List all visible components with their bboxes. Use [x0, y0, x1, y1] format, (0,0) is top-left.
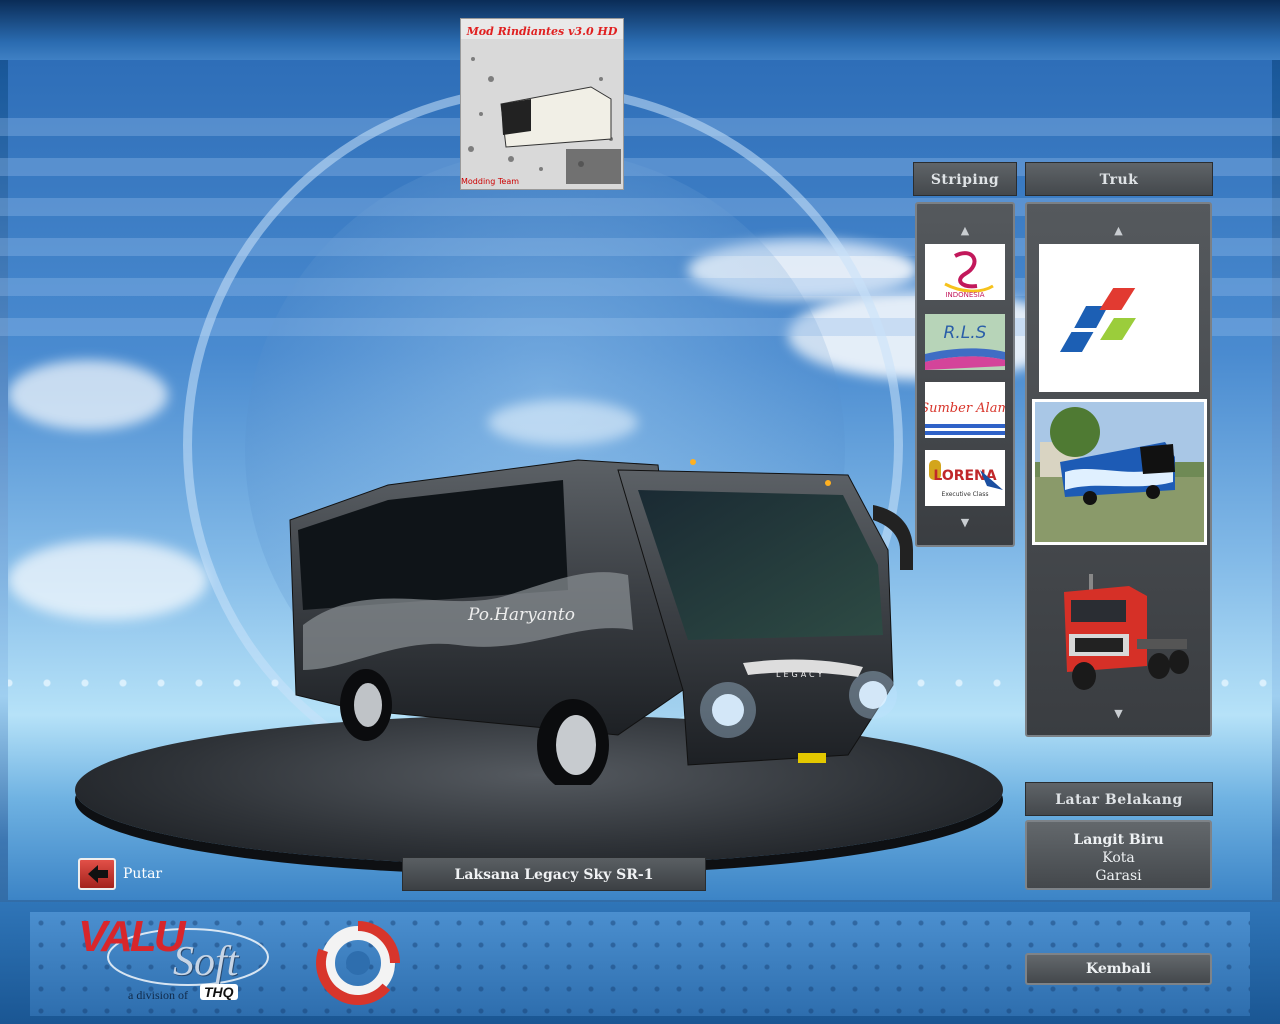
striping-item-lorena[interactable]: LORENA Executive Class [925, 450, 1005, 506]
lorena-subtext: Executive Class [942, 491, 989, 498]
bus-livery-text: Po.Haryanto [467, 605, 575, 625]
swirl-emblem-icon [316, 921, 400, 1005]
background-options: Langit Biru Kota Garasi [1025, 820, 1212, 890]
game-emblem [315, 918, 401, 1008]
left-arrow-icon [88, 865, 108, 883]
truck-item-bus-preview[interactable] [1032, 399, 1207, 545]
background-option-blue-sky[interactable]: Langit Biru [1027, 831, 1210, 849]
noise-bus-graphic [461, 39, 623, 189]
truck-item-red-truck[interactable] [1039, 554, 1199, 702]
truck-header: Truk [1025, 162, 1213, 196]
bus-grille-text: LEGACY [776, 670, 825, 679]
striping-item-rls[interactable]: R.L.S [925, 314, 1005, 370]
striping-down-arrow[interactable]: ▼ [917, 516, 1013, 529]
rosalia-indah-logo-icon: INDONESIA [944, 251, 994, 299]
cloud [8, 540, 208, 620]
lorena-logo-icon: LORENA Executive Class [929, 460, 1003, 498]
sumber-alam-logo-icon: Sumber Alam [925, 401, 1005, 435]
red-truck-icon [1064, 574, 1189, 690]
background-option-city[interactable]: Kota [1027, 849, 1210, 867]
rotate-button[interactable] [78, 858, 116, 890]
top-strip [0, 0, 1280, 60]
background-header: Latar Belakang [1025, 782, 1213, 816]
logo-division-text: a division of [128, 988, 188, 1002]
striping-item-sumber-alam[interactable]: Sumber Alam [925, 382, 1005, 438]
rotate-label: Putar [123, 866, 163, 882]
striping-item-rosalia-indah[interactable]: INDONESIA [925, 244, 1005, 300]
truck-down-arrow[interactable]: ▼ [1027, 707, 1210, 720]
striping-panel: ▲ INDONESIA R.L.S Sumber Alam LORENA Exe… [915, 202, 1015, 547]
mod-preview-image: Mod Rindiantes v3.0 HD Modding Team [460, 18, 624, 190]
back-button[interactable]: Kembali [1025, 953, 1212, 985]
pertamina-logo-icon [1059, 288, 1136, 352]
bus-lot-preview-icon [1035, 402, 1204, 542]
background-option-garage[interactable]: Garasi [1027, 867, 1210, 885]
cloud [8, 360, 168, 430]
truck-panel: ▲ ▼ [1025, 202, 1212, 737]
striping-up-arrow[interactable]: ▲ [917, 224, 1013, 237]
striping-header: Striping [913, 162, 1017, 196]
logo-thq-text: THQ [200, 984, 238, 1000]
rls-text: R.L.S [944, 323, 987, 343]
truck-up-arrow[interactable]: ▲ [1027, 224, 1210, 237]
vehicle-name: Laksana Legacy Sky SR-1 [402, 857, 706, 891]
bus-model: Po.Haryanto LEGACY [289, 459, 913, 785]
valusoft-logo: VALU Soft a division of THQ [78, 912, 278, 1012]
sumber-alam-text: Sumber Alam [925, 401, 1005, 416]
rls-logo-icon: R.L.S [925, 323, 1005, 370]
truck-item-pertamina[interactable] [1039, 244, 1199, 392]
logo-soft-text: Soft [173, 939, 239, 985]
rosalia-indah-text: INDONESIA [945, 291, 984, 299]
logo-valu-text: VALU [78, 912, 186, 961]
mod-footer-text: Modding Team [461, 177, 520, 186]
